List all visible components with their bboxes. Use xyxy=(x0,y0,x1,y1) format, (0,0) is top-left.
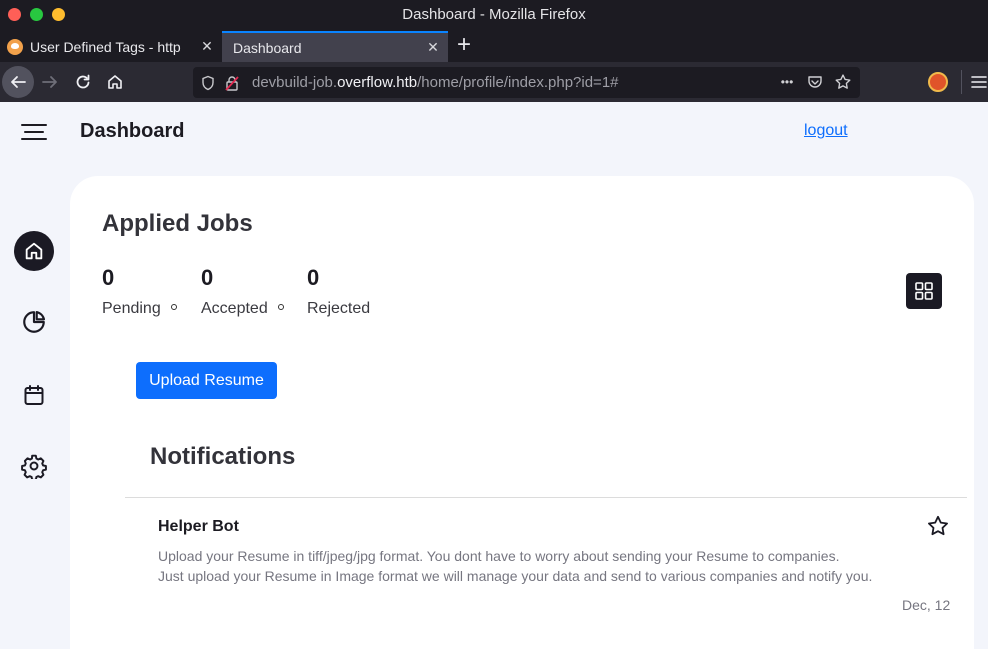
stat-label: Accepted xyxy=(201,300,268,317)
home-icon xyxy=(108,75,122,89)
back-button[interactable] xyxy=(2,66,34,98)
stat-pending: 0 Pending xyxy=(102,265,177,318)
tab-label: User Defined Tags - http xyxy=(30,38,181,55)
reload-icon xyxy=(76,74,90,89)
site-favicon-icon xyxy=(7,38,23,55)
stat-label: Pending xyxy=(102,300,161,317)
page-actions-more-icon[interactable]: ••• xyxy=(776,72,798,92)
stat-label-row: Accepted xyxy=(201,300,284,318)
bookmark-star-icon[interactable] xyxy=(832,72,854,92)
pie-chart-icon xyxy=(23,310,46,333)
tab-dashboard[interactable]: Dashboard ✕ xyxy=(222,31,448,62)
bullet-icon xyxy=(170,303,177,310)
notification-text: Upload your Resume in tiff/jpeg/jpg form… xyxy=(158,548,840,564)
home-button[interactable] xyxy=(99,66,131,98)
url-bar[interactable]: devbuild-job.overflow.htb/home/profile/i… xyxy=(193,67,860,98)
window-title: Dashboard - Mozilla Firefox xyxy=(402,6,586,23)
gear-icon xyxy=(21,454,47,479)
stat-rejected: 0 Rejected xyxy=(307,265,370,318)
toolbar-separator xyxy=(961,70,962,94)
star-icon[interactable] xyxy=(926,514,950,538)
home-icon xyxy=(25,242,43,260)
browser-toolbar: devbuild-job.overflow.htb/home/profile/i… xyxy=(0,62,988,102)
grid-icon xyxy=(915,282,933,300)
url-path: /home/profile/index.php?id=1# xyxy=(417,74,619,91)
reload-button[interactable] xyxy=(67,66,99,98)
upload-resume-button[interactable]: Upload Resume xyxy=(136,362,277,399)
url-text[interactable]: devbuild-job.overflow.htb/home/profile/i… xyxy=(252,74,619,91)
notification-sender: Helper Bot xyxy=(158,518,239,535)
stat-value: 0 xyxy=(102,265,115,290)
extension-icon[interactable] xyxy=(928,72,948,92)
tab-strip: User Defined Tags - http ✕ Dashboard ✕ + xyxy=(0,30,988,62)
bullet-icon xyxy=(277,303,284,310)
divider xyxy=(125,497,967,498)
arrow-right-icon xyxy=(42,76,57,88)
pocket-icon[interactable] xyxy=(804,72,826,92)
forward-button[interactable] xyxy=(34,66,66,98)
tab-user-defined-tags[interactable]: User Defined Tags - http ✕ xyxy=(0,31,222,62)
page-header: Dashboard logout xyxy=(0,102,988,162)
grid-view-button[interactable] xyxy=(906,273,942,309)
tab-label: Dashboard xyxy=(233,39,302,56)
notification-text: Just upload your Resume in Image format … xyxy=(158,568,873,584)
page-title: Dashboard xyxy=(80,120,185,142)
menu-toggle-icon[interactable] xyxy=(21,122,49,142)
notifications-title: Notifications xyxy=(150,443,296,470)
sidebar-item-home[interactable] xyxy=(14,231,54,271)
sidebar-item-settings[interactable] xyxy=(14,446,54,486)
window-titlebar: Dashboard - Mozilla Firefox xyxy=(0,0,988,30)
tab-close-icon[interactable]: ✕ xyxy=(196,38,218,55)
applied-jobs-title: Applied Jobs xyxy=(102,210,253,237)
stat-accepted: 0 Accepted xyxy=(201,265,284,318)
tab-close-icon[interactable]: ✕ xyxy=(422,39,444,56)
stat-value: 0 xyxy=(307,265,320,290)
logout-link[interactable]: logout xyxy=(804,122,848,140)
new-tab-button[interactable]: + xyxy=(454,32,474,60)
stat-label-row: Pending xyxy=(102,300,177,318)
insecure-lock-icon[interactable] xyxy=(223,74,241,92)
calendar-icon xyxy=(24,385,44,405)
app-menu-icon[interactable] xyxy=(970,73,988,91)
arrow-left-icon xyxy=(11,76,26,88)
sidebar-item-calendar[interactable] xyxy=(14,375,54,415)
tracking-protection-shield-icon[interactable] xyxy=(199,74,217,92)
stat-label: Rejected xyxy=(307,300,371,317)
stat-value: 0 xyxy=(201,265,214,290)
sidebar-item-analytics[interactable] xyxy=(14,302,54,342)
url-prefix: devbuild-job. xyxy=(252,74,338,91)
url-host: overflow.htb xyxy=(337,74,418,91)
notification-date: Dec, 12 xyxy=(902,597,951,613)
